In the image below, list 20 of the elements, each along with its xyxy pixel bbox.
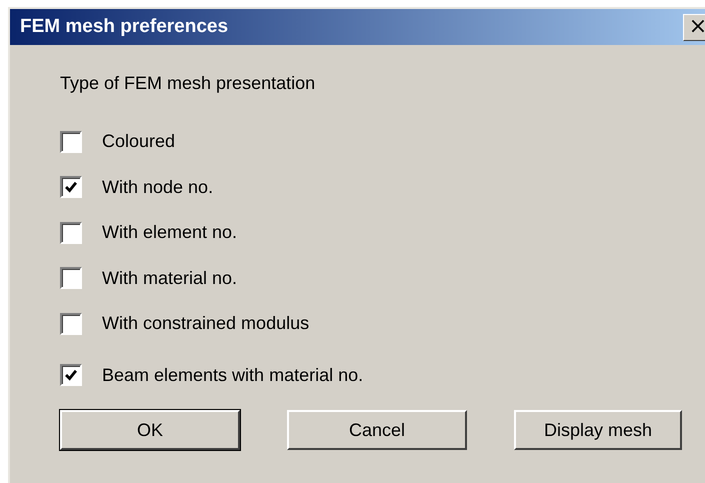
checkbox-label[interactable]: Beam elements with material no. — [102, 364, 364, 386]
dialog-button[interactable]: OK — [60, 410, 240, 450]
checkbox-label[interactable]: With constrained modulus — [102, 313, 310, 334]
checkbox[interactable] — [60, 312, 82, 335]
check-icon — [64, 368, 78, 382]
checkbox-label[interactable]: With node no. — [102, 176, 214, 198]
dialog-button[interactable]: Cancel — [287, 410, 467, 450]
group-label: Type of FEM mesh presentation — [60, 73, 316, 94]
checkbox-label[interactable]: With element no. — [102, 222, 238, 244]
dialog-button[interactable]: Display mesh — [514, 410, 682, 450]
checkbox[interactable] — [60, 222, 82, 244]
close-button[interactable]: × — [683, 14, 705, 40]
checkbox[interactable] — [60, 176, 82, 198]
checkbox-label[interactable]: Coloured — [102, 131, 176, 152]
checkbox[interactable] — [60, 267, 82, 290]
checkbox[interactable] — [60, 364, 82, 386]
checkbox[interactable] — [60, 130, 82, 153]
checkbox-label[interactable]: With material no. — [102, 268, 238, 289]
check-icon — [64, 180, 78, 194]
window-title: FEM mesh preferences — [20, 16, 228, 38]
